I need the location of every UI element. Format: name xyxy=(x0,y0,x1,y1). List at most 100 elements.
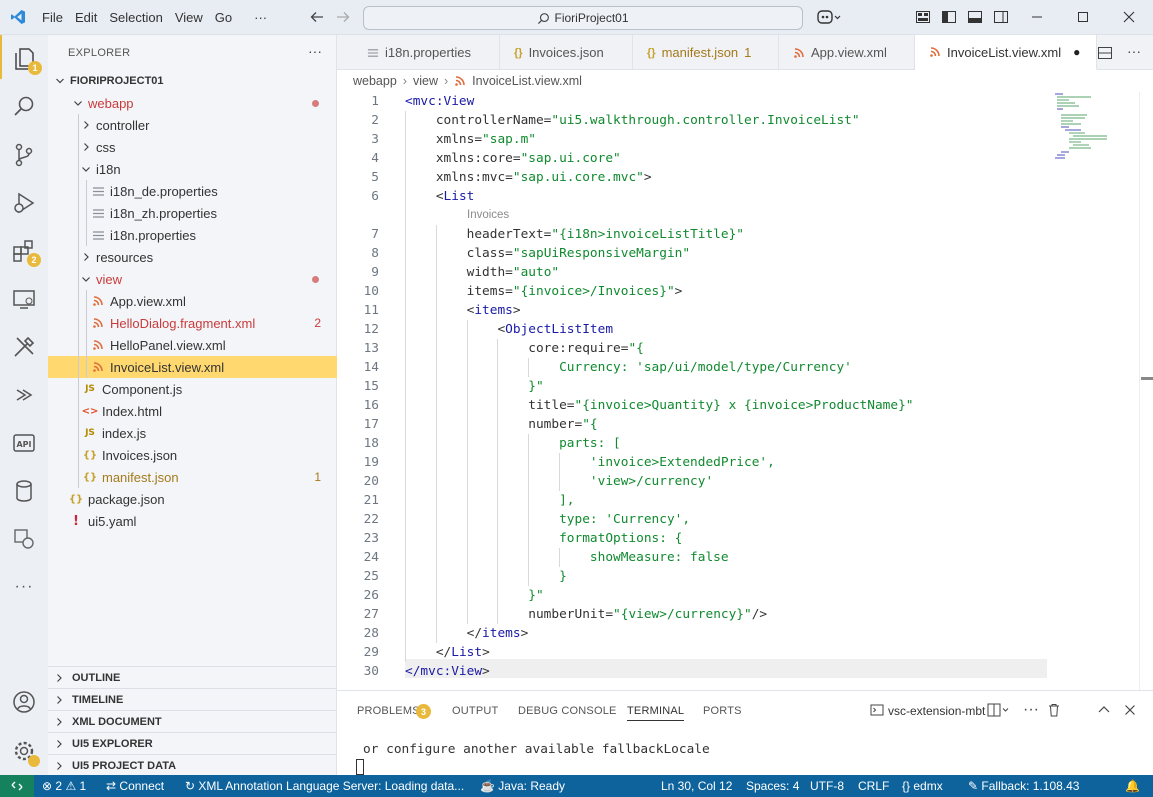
breadcrumb-webapp[interactable]: webapp xyxy=(353,74,397,88)
minimap[interactable] xyxy=(1051,92,1137,162)
java-status[interactable]: ☕ Java: Ready xyxy=(480,779,565,793)
manage-activity[interactable] xyxy=(0,729,48,773)
extensions-activity[interactable]: 2 xyxy=(0,229,48,273)
remote-explorer-activity[interactable] xyxy=(0,277,48,321)
code-line[interactable]: }" xyxy=(405,377,543,396)
database-activity[interactable] xyxy=(0,469,48,513)
code-line[interactable]: <items> xyxy=(405,301,521,320)
code-line[interactable]: controllerName="ui5.walkthrough.controll… xyxy=(405,111,860,130)
copilot-icon[interactable] xyxy=(816,8,842,26)
tab-debug-console[interactable]: DEBUG CONSOLE xyxy=(518,705,617,717)
tree-item[interactable]: i18n xyxy=(48,158,337,180)
code-line[interactable]: type: 'Currency', xyxy=(405,510,690,529)
code-line[interactable]: class="sapUiResponsiveMargin" xyxy=(405,244,690,263)
run-debug-activity[interactable] xyxy=(0,181,48,225)
menu-selection[interactable]: Selection xyxy=(109,10,162,25)
section-outline[interactable]: OUTLINE xyxy=(48,666,337,688)
tree-item[interactable]: <> Index.html xyxy=(48,400,337,422)
fallback-status[interactable]: ✎ Fallback: 1.108.43 xyxy=(968,779,1079,793)
tree-item[interactable]: {} Invoices.json xyxy=(48,444,337,466)
code-line[interactable]: title="{invoice>Quantity} x {invoice>Pro… xyxy=(405,396,913,415)
code-line[interactable]: xmlns="sap.m" xyxy=(405,130,536,149)
code-line[interactable]: showMeasure: false xyxy=(405,548,729,567)
vertical-scrollbar[interactable] xyxy=(1141,377,1153,380)
code-line[interactable]: }" xyxy=(405,586,543,605)
section-xml-document[interactable]: XML DOCUMENT xyxy=(48,710,337,732)
search-activity[interactable] xyxy=(0,85,48,129)
code-line[interactable]: numberUnit="{view>/currency}"/> xyxy=(405,605,767,624)
tab-terminal[interactable]: TERMINAL xyxy=(627,705,685,721)
split-editor-icon[interactable] xyxy=(1097,45,1113,61)
source-control-activity[interactable] xyxy=(0,133,48,177)
toggle-secondary-sidebar-icon[interactable] xyxy=(993,9,1009,25)
tab-output[interactable]: OUTPUT xyxy=(452,705,498,717)
section-ui5-project-data[interactable]: UI5 PROJECT DATA xyxy=(48,754,337,776)
maximize-panel-icon[interactable] xyxy=(1097,703,1111,717)
code-line[interactable]: </mvc:View> xyxy=(405,662,490,681)
tree-item[interactable]: {} package.json xyxy=(48,488,337,510)
editor-tab[interactable]: InvoiceList.view.xml ● xyxy=(915,35,1097,70)
connect-status[interactable]: ⇄ Connect xyxy=(106,779,164,793)
cursor-position[interactable]: Ln 30, Col 12 xyxy=(661,779,732,793)
forward-arrow-icon[interactable] xyxy=(335,9,351,25)
tree-item[interactable]: ! ui5.yaml xyxy=(48,510,337,532)
tree-item[interactable]: i18n_de.properties xyxy=(48,180,337,202)
tree-item[interactable]: {} manifest.json 1 xyxy=(48,466,337,488)
explorer-activity[interactable]: 1 xyxy=(0,37,48,81)
tree-item[interactable]: InvoiceList.view.xml xyxy=(48,356,337,378)
add-terminal-icon[interactable]: ··· xyxy=(1023,701,1039,719)
tree-item[interactable]: webapp xyxy=(48,92,337,114)
code-line[interactable]: xmlns:mvc="sap.ui.core.mvc"> xyxy=(405,168,652,187)
tree-item[interactable]: App.view.xml xyxy=(48,290,337,312)
tree-item[interactable]: i18n_zh.properties xyxy=(48,202,337,224)
remote-indicator[interactable] xyxy=(0,775,34,797)
tab-ports[interactable]: PORTS xyxy=(703,705,742,717)
code-lens-hint[interactable]: Invoices xyxy=(467,209,509,221)
deploy-activity[interactable] xyxy=(0,373,48,417)
customize-layout-icon[interactable] xyxy=(915,9,931,25)
code-line[interactable]: ], xyxy=(405,491,574,510)
problems-status[interactable]: ⊗ 2 ⚠ 1 xyxy=(42,779,86,793)
language-mode[interactable]: {} edmx xyxy=(902,779,943,793)
tree-item[interactable]: controller xyxy=(48,114,337,136)
close-window-icon[interactable] xyxy=(1121,9,1137,25)
code-line[interactable]: Currency: 'sap/ui/model/type/Currency' xyxy=(405,358,852,377)
code-line[interactable]: </List> xyxy=(405,643,490,662)
breadcrumb-view[interactable]: view xyxy=(413,74,438,88)
code-line[interactable]: <List xyxy=(405,187,475,206)
unsaved-dot[interactable]: ● xyxy=(1073,45,1080,59)
code-editor[interactable]: 1 <mvc:View 2 controllerName="ui5.walkthro… xyxy=(337,92,1153,690)
api-activity[interactable]: API xyxy=(0,421,48,465)
trash-icon[interactable] xyxy=(1047,703,1061,717)
project-root[interactable]: FIORIPROJECT01 xyxy=(48,70,337,92)
editor-tab[interactable]: i18n.properties xyxy=(337,35,500,70)
tree-item[interactable]: JS Component.js xyxy=(48,378,337,400)
maximize-icon[interactable] xyxy=(1075,9,1091,25)
tree-item[interactable]: HelloPanel.view.xml xyxy=(48,334,337,356)
menu-more[interactable]: ··· xyxy=(254,10,267,25)
terminal-output[interactable]: or configure another available fallbackL… xyxy=(363,742,710,757)
toggle-panel-icon[interactable] xyxy=(967,9,983,25)
editor-tab[interactable]: {} manifest.json 1 xyxy=(633,35,779,70)
tree-item[interactable]: view xyxy=(48,268,337,290)
menu-go[interactable]: Go xyxy=(215,10,232,25)
explorer-more-button[interactable]: ··· xyxy=(308,43,322,59)
indentation[interactable]: Spaces: 4 xyxy=(746,779,799,793)
sap-app-activity[interactable] xyxy=(0,517,48,561)
code-line[interactable]: core:require="{ xyxy=(405,339,644,358)
more-activity[interactable]: ··· xyxy=(0,565,48,609)
terminal-name[interactable]: vsc-extension-mbt xyxy=(888,704,985,718)
tree-item[interactable]: resources xyxy=(48,246,337,268)
code-line[interactable]: 'invoice>ExtendedPrice', xyxy=(405,453,775,472)
tree-item[interactable]: css xyxy=(48,136,337,158)
command-center-search[interactable]: FioriProject01 xyxy=(363,6,803,30)
breadcrumb-file[interactable]: InvoiceList.view.xml xyxy=(472,74,582,88)
code-line[interactable]: </items> xyxy=(405,624,529,643)
tab-problems[interactable]: PROBLEMS xyxy=(357,705,420,717)
notifications-icon[interactable]: 🔔 xyxy=(1125,779,1140,793)
editor-tab[interactable]: App.view.xml xyxy=(779,35,915,70)
section-ui5-explorer[interactable]: UI5 EXPLORER xyxy=(48,732,337,754)
close-panel-icon[interactable] xyxy=(1123,703,1137,717)
menu-view[interactable]: View xyxy=(175,10,203,25)
back-arrow-icon[interactable] xyxy=(309,9,325,25)
